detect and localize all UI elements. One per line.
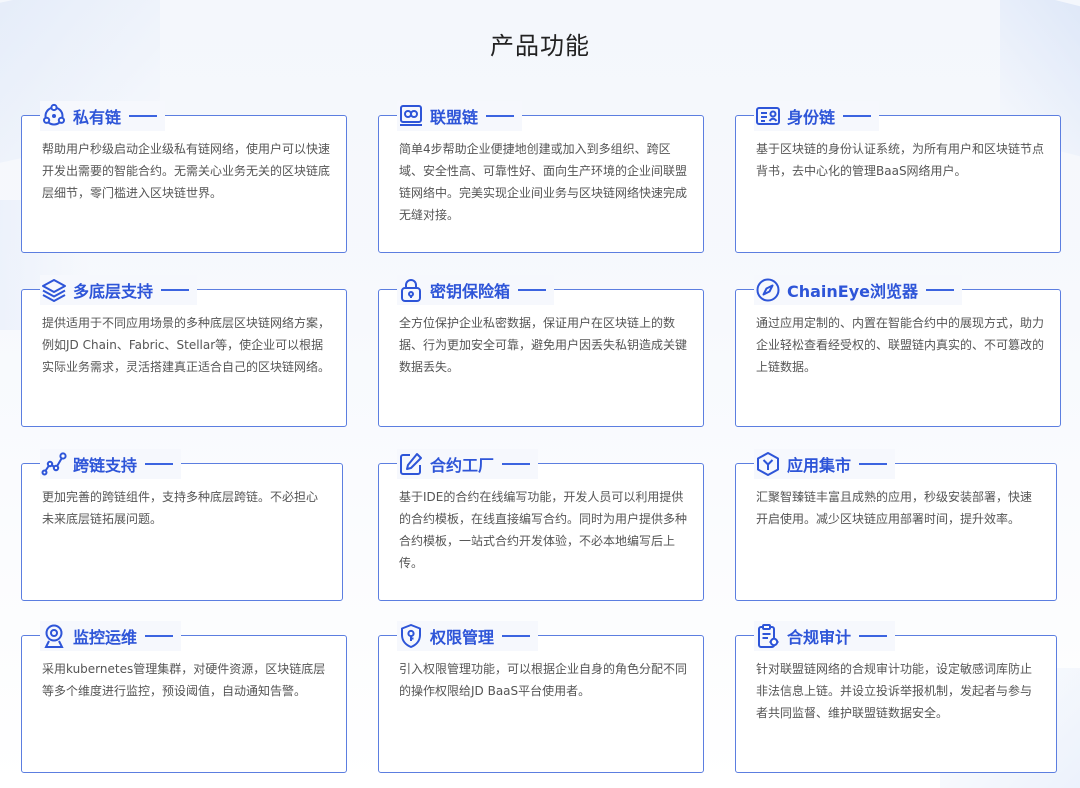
consortium-chain-icon bbox=[397, 102, 425, 130]
card-description: 通过应用定制的、内置在智能合约中的展现方式，助力企业轻松查看经受权的、联盟链内真… bbox=[756, 316, 1045, 374]
page-title: 产品功能 bbox=[490, 32, 590, 60]
feature-card-app-market: 应用集市 汇聚智臻链丰富且成熟的应用，秒级安装部署，快速开启使用。减少区块链应用… bbox=[735, 449, 1057, 601]
card-description: 更加完善的跨链组件，支持多种底层跨链。不必担心未来底层链拓展问题。 bbox=[42, 490, 319, 526]
card-title: 合规审计 bbox=[787, 628, 852, 647]
cross-chain-icon bbox=[40, 450, 68, 478]
card-header: 监控运维 bbox=[40, 621, 182, 651]
feature-card-private-chain: 私有链 帮助用户秒级启动企业级私有链网络，使用户可以快速开发出需要的智能合约。无… bbox=[21, 101, 347, 253]
card-title: 权限管理 bbox=[430, 628, 495, 647]
card-title: 监控运维 bbox=[73, 628, 138, 647]
card-header: 跨链支持 bbox=[40, 449, 182, 479]
card-title: 跨链支持 bbox=[73, 456, 138, 475]
feature-card-key-vault: 密钥保险箱 全方位保护企业私密数据，保证用户在区块链上的数据、行为更加安全可靠，… bbox=[378, 275, 704, 427]
card-title: 密钥保险箱 bbox=[430, 282, 511, 301]
card-description: 采用kubernetes管理集群，对硬件资源，区块链底层等多个维度进行监控，预设… bbox=[42, 662, 326, 698]
card-title: 应用集市 bbox=[787, 456, 852, 475]
feature-card-monitoring: 监控运维 采用kubernetes管理集群，对硬件资源，区块链底层等多个维度进行… bbox=[21, 621, 347, 773]
feature-card-compliance-audit: 合规审计 针对联盟链网络的合规审计功能，设定敏感词库防止非法信息上链。并设立投诉… bbox=[735, 621, 1057, 773]
card-header: 权限管理 bbox=[397, 621, 539, 651]
feature-card-permission-management: 权限管理 引入权限管理功能，可以根据企业自身的角色分配不同的操作权限给JD Ba… bbox=[378, 621, 704, 773]
card-header: ChainEye浏览器 bbox=[754, 275, 963, 305]
card-description: 帮助用户秒级启动企业级私有链网络，使用户可以快速开发出需要的智能合约。无需关心业… bbox=[42, 142, 331, 200]
card-description: 汇聚智臻链丰富且成熟的应用，秒级安装部署，快速开启使用。减少区块链应用部署时间，… bbox=[756, 490, 1033, 526]
card-title: 私有链 bbox=[73, 108, 122, 127]
private-chain-icon bbox=[40, 102, 68, 130]
feature-card-identity-chain: 身份链 基于区块链的身份认证系统，为所有用户和区块链节点背书，去中心化的管理Ba… bbox=[735, 101, 1061, 253]
card-title: 身份链 bbox=[787, 108, 836, 127]
card-header: 身份链 bbox=[754, 101, 880, 131]
shield-key-icon bbox=[397, 622, 425, 650]
card-header: 多底层支持 bbox=[40, 275, 198, 305]
card-header: 私有链 bbox=[40, 101, 166, 131]
card-description: 基于IDE的合约在线编写功能，开发人员可以利用提供的合约模板，在线直接编写合约。… bbox=[399, 490, 688, 570]
card-title: 合约工厂 bbox=[430, 456, 495, 475]
webcam-icon bbox=[40, 622, 68, 650]
card-header: 联盟链 bbox=[397, 101, 523, 131]
audit-icon bbox=[754, 622, 782, 650]
feature-card-consortium-chain: 联盟链 简单4步帮助企业便捷地创建或加入到多组织、跨区域、安全性高、可靠性好、面… bbox=[378, 101, 704, 253]
feature-card-cross-chain: 跨链支持 更加完善的跨链组件，支持多种底层跨链。不必担心未来底层链拓展问题。 bbox=[21, 449, 343, 601]
card-description: 全方位保护企业私密数据，保证用户在区块链上的数据、行为更加安全可靠，避免用户因丢… bbox=[399, 316, 688, 374]
card-title: 多底层支持 bbox=[73, 282, 154, 301]
feature-card-contract-factory: 合约工厂 基于IDE的合约在线编写功能，开发人员可以利用提供的合约模板，在线直接… bbox=[378, 449, 704, 601]
compass-icon bbox=[754, 276, 782, 304]
card-description: 提供适用于不同应用场景的多种底层区块链网络方案，例如JD Chain、Fabri… bbox=[42, 316, 331, 374]
lock-icon bbox=[397, 276, 425, 304]
card-description: 针对联盟链网络的合规审计功能，设定敏感词库防止非法信息上链。并设立投诉举报机制，… bbox=[756, 662, 1033, 720]
card-title: ChainEye浏览器 bbox=[787, 282, 919, 301]
app-market-icon bbox=[754, 450, 782, 478]
feature-card-chaineye-browser: ChainEye浏览器 通过应用定制的、内置在智能合约中的展现方式，助力企业轻松… bbox=[735, 275, 1061, 427]
layers-icon bbox=[40, 276, 68, 304]
card-header: 密钥保险箱 bbox=[397, 275, 555, 305]
id-card-icon bbox=[754, 102, 782, 130]
edit-icon bbox=[397, 450, 425, 478]
card-header: 合规审计 bbox=[754, 621, 896, 651]
card-title: 联盟链 bbox=[430, 108, 479, 127]
feature-card-multi-underlying: 多底层支持 提供适用于不同应用场景的多种底层区块链网络方案，例如JD Chain… bbox=[21, 275, 347, 427]
card-description: 简单4步帮助企业便捷地创建或加入到多组织、跨区域、安全性高、可靠性好、面向生产环… bbox=[399, 142, 688, 222]
card-description: 基于区块链的身份认证系统，为所有用户和区块链节点背书，去中心化的管理BaaS网络… bbox=[756, 142, 1045, 178]
card-header: 应用集市 bbox=[754, 449, 896, 479]
card-header: 合约工厂 bbox=[397, 449, 539, 479]
card-description: 引入权限管理功能，可以根据企业自身的角色分配不同的操作权限给JD BaaS平台使… bbox=[399, 662, 688, 698]
